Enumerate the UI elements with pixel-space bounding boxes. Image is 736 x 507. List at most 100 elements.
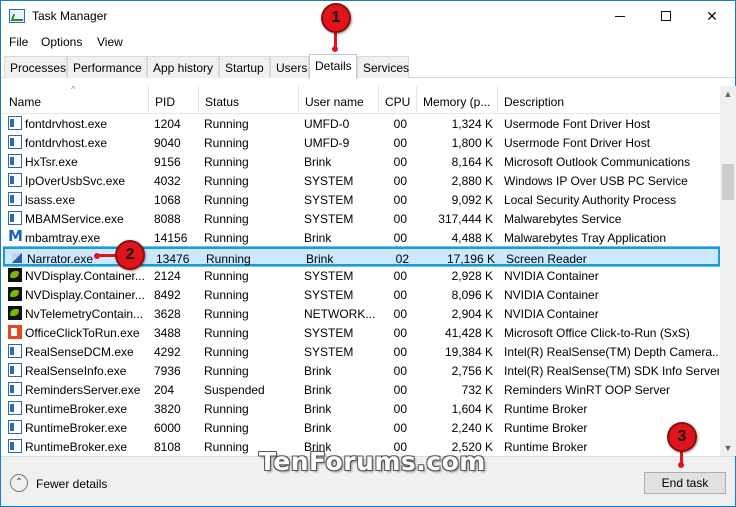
column-header-cpu[interactable]: CPU bbox=[379, 86, 417, 114]
table-row[interactable]: RemindersServer.exe 204 Suspended Brink 00 73… bbox=[3, 380, 720, 399]
column-header-memory[interactable]: Memory (p... bbox=[417, 86, 498, 114]
process-user: Brink bbox=[304, 402, 332, 416]
menu-options[interactable]: Options bbox=[41, 35, 82, 49]
process-status: Running bbox=[204, 174, 249, 188]
menu-file[interactable]: File bbox=[9, 35, 28, 49]
process-user: UMFD-0 bbox=[304, 117, 350, 131]
table-row[interactable]: RuntimeBroker.exe 6000 Running Brink 00 2,240… bbox=[3, 418, 720, 437]
table-row[interactable]: mbamtray.exe14156RunningBrink004,488 KMa… bbox=[3, 227, 720, 247]
table-row[interactable]: fontdrvhost.exe 9040 Running UMFD-9 00 1,800 … bbox=[3, 133, 720, 152]
process-description: Intel(R) RealSense(TM) SDK Info Server bbox=[504, 364, 719, 378]
process-pid: 8492 bbox=[154, 288, 181, 302]
maximize-button[interactable] bbox=[643, 1, 689, 31]
menu-bar: File Options View bbox=[1, 31, 735, 53]
column-header-description[interactable]: Description bbox=[498, 86, 720, 114]
table-row[interactable]: NVDisplay.Container... 8492 Running SYSTEM 0… bbox=[3, 285, 720, 304]
tab-users[interactable]: Users bbox=[270, 56, 309, 78]
process-name: MBAMService.exe bbox=[25, 212, 124, 226]
process-user: SYSTEM bbox=[304, 345, 354, 359]
close-button[interactable]: ✕ bbox=[689, 1, 735, 31]
process-status: Running bbox=[204, 269, 249, 283]
column-header-pid[interactable]: PID bbox=[149, 86, 199, 114]
scrollbar-thumb[interactable] bbox=[722, 164, 734, 200]
process-cpu: 00 bbox=[393, 345, 407, 359]
table-row[interactable]: IpOverUsbSvc.exe 4032 Running SYSTEM 00 2,880… bbox=[3, 171, 720, 190]
process-name: lsass.exe bbox=[25, 193, 76, 207]
column-header-name[interactable]: Name ^ bbox=[3, 86, 149, 114]
scroll-up-icon[interactable]: ▲ bbox=[720, 86, 736, 102]
title-bar: Task Manager ✕ bbox=[1, 1, 735, 31]
minimize-button[interactable] bbox=[597, 1, 643, 31]
process-user: SYSTEM bbox=[304, 269, 354, 283]
process-user: Brink bbox=[304, 155, 332, 169]
process-status: Suspended bbox=[204, 383, 265, 397]
callout-1-dot bbox=[332, 46, 338, 52]
process-pid: 6000 bbox=[154, 421, 181, 435]
table-row[interactable]: lsass.exe 1068 Running SYSTEM 00 9,092 K Local… bbox=[3, 190, 720, 209]
process-description: Microsoft Office Click-to-Run (SxS) bbox=[504, 326, 690, 340]
process-user: Brink bbox=[304, 383, 332, 397]
column-header-user-name[interactable]: User name bbox=[299, 86, 379, 114]
details-table: Name ^ PID Status User name CPU Memory (… bbox=[3, 86, 720, 456]
table-row[interactable]: NvTelemetryContain... 3628 Running NETWORK.… bbox=[3, 304, 720, 323]
process-status: Running bbox=[204, 326, 249, 340]
column-header-status[interactable]: Status bbox=[199, 86, 299, 114]
tab-app-history[interactable]: App history bbox=[147, 56, 219, 78]
process-description: Usermode Font Driver Host bbox=[504, 117, 651, 131]
app-icon bbox=[8, 382, 22, 396]
app-icon bbox=[8, 173, 22, 187]
table-row[interactable]: RealSenseDCM.exe 4292 Running SYSTEM 00 19,38… bbox=[3, 342, 720, 361]
maximize-icon bbox=[661, 11, 671, 21]
process-description: NVIDIA Container bbox=[504, 288, 599, 302]
callout-2-dot bbox=[94, 253, 100, 259]
process-pid: 13476 bbox=[156, 252, 190, 266]
process-cpu: 00 bbox=[393, 288, 407, 302]
process-pid: 1068 bbox=[154, 193, 181, 207]
process-description: Windows IP Over USB PC Service bbox=[504, 174, 688, 188]
task-manager-window: Task Manager ✕ File Options View Process… bbox=[0, 0, 736, 507]
process-status: Running bbox=[204, 155, 249, 169]
chevron-up-icon[interactable]: ⌃ bbox=[10, 474, 28, 492]
scroll-down-icon[interactable]: ▼ bbox=[720, 440, 736, 456]
table-row[interactable]: RuntimeBroker.exe 3820 Running Brink 00 1,604… bbox=[3, 399, 720, 418]
process-cpu: 00 bbox=[393, 212, 407, 226]
process-description: Malwarebytes Tray Application bbox=[504, 231, 667, 245]
process-memory: 19,384 K bbox=[444, 345, 493, 359]
process-status: Running bbox=[204, 117, 249, 131]
table-row[interactable]: OfficeClickToRun.exe 3488 Running SYSTEM 00 4… bbox=[3, 323, 720, 342]
process-memory: 9,092 K bbox=[451, 193, 493, 207]
callout-3-dot bbox=[678, 462, 684, 468]
table-row[interactable]: RealSenseInfo.exe 7936 Running Brink 00 2,756… bbox=[3, 361, 720, 380]
office-icon bbox=[8, 325, 22, 339]
process-description: Intel(R) RealSense(TM) Depth Camera... bbox=[504, 345, 719, 359]
app-icon bbox=[8, 420, 22, 434]
process-cpu: 00 bbox=[393, 383, 407, 397]
vertical-scrollbar[interactable]: ▲ ▼ bbox=[720, 86, 736, 456]
process-pid: 8108 bbox=[154, 440, 181, 454]
process-user: SYSTEM bbox=[304, 326, 354, 340]
process-user: NETWORK... bbox=[304, 307, 376, 321]
tab-services[interactable]: Services bbox=[357, 56, 409, 78]
process-name: RuntimeBroker.exe bbox=[25, 421, 128, 435]
tab-performance[interactable]: Performance bbox=[67, 56, 147, 78]
tab-bar: Processes Performance App history Startu… bbox=[1, 54, 735, 79]
tab-startup[interactable]: Startup bbox=[219, 56, 270, 78]
table-row[interactable]: fontdrvhost.exe 1204 Running UMFD-0 00 1,324 … bbox=[3, 114, 720, 133]
process-description: Screen Reader bbox=[506, 252, 587, 266]
process-name: fontdrvhost.exe bbox=[25, 136, 108, 150]
table-row[interactable]: NVDisplay.Container... 2124 Running SYSTEM 0… bbox=[3, 266, 720, 285]
process-pid: 9040 bbox=[154, 136, 181, 150]
fewer-details-link[interactable]: Fewer details bbox=[36, 477, 107, 491]
end-task-button[interactable]: End task bbox=[644, 472, 726, 494]
menu-view[interactable]: View bbox=[97, 35, 123, 49]
tab-details[interactable]: Details bbox=[309, 54, 357, 79]
tab-processes[interactable]: Processes bbox=[4, 56, 67, 78]
table-row[interactable]: MBAMService.exe 8088 Running SYSTEM 00 317,44… bbox=[3, 209, 720, 228]
process-status: Running bbox=[204, 402, 249, 416]
nvidia-icon bbox=[8, 287, 22, 301]
table-row[interactable]: HxTsr.exe 9156 Running Brink 00 8,164 K Micros… bbox=[3, 152, 720, 171]
process-cpu: 00 bbox=[393, 193, 407, 207]
process-pid: 4292 bbox=[154, 345, 181, 359]
process-status: Running bbox=[204, 288, 249, 302]
app-icon bbox=[8, 192, 22, 206]
